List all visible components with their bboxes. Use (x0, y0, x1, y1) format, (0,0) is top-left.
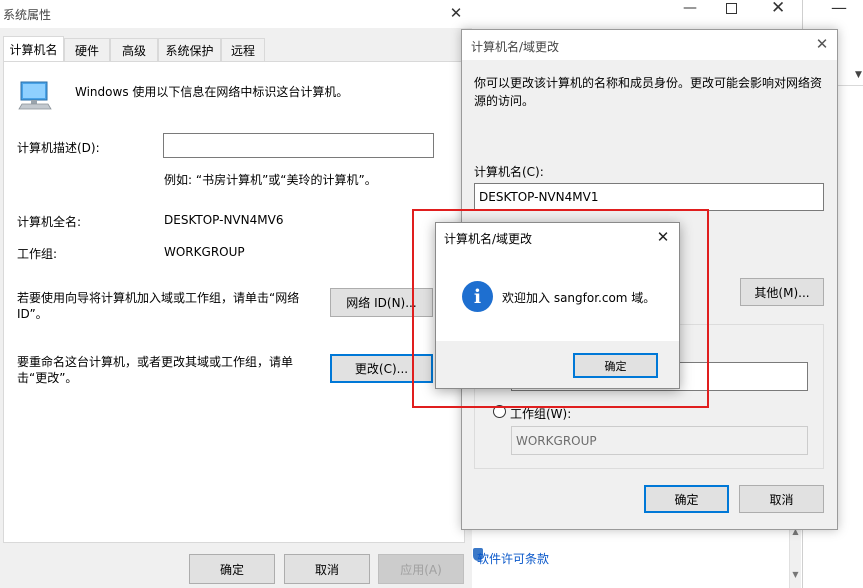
minimize-icon[interactable]: — (683, 0, 697, 16)
license-link[interactable]: 软件许可条款 (477, 550, 549, 567)
title-bar: 系统属性 ✕ (0, 0, 472, 28)
description-label: 计算机描述(D): (17, 141, 100, 155)
tab-advanced[interactable]: 高级 (110, 38, 158, 61)
ok-button[interactable]: 确定 (573, 353, 658, 378)
more-button[interactable]: 其他(M)... (740, 278, 824, 306)
description-input[interactable] (163, 133, 434, 158)
close-icon[interactable]: ✕ (446, 3, 466, 23)
workgroup-radio-label[interactable]: 工作组(W): (510, 405, 571, 422)
close-icon[interactable]: ✕ (653, 227, 673, 247)
window-title: 系统属性 (3, 8, 52, 22)
dropdown-arrow-icon[interactable]: ▼ (855, 70, 862, 80)
apply-button: 应用(A) (378, 554, 464, 584)
tab-hardware[interactable]: 硬件 (64, 38, 110, 61)
maximize-icon[interactable] (726, 3, 737, 14)
full-name-value: DESKTOP-NVN4MV6 (164, 213, 284, 227)
computer-name-input[interactable]: DESKTOP-NVN4MV1 (474, 183, 824, 211)
network-id-text: 若要使用向导将计算机加入域或工作组，请单击“网络 ID”。 (17, 291, 300, 321)
description-example: 例如: “书房计算机”或“美玲的计算机”。 (164, 173, 377, 187)
workgroup-input: WORKGROUP (511, 426, 808, 455)
tab-remote[interactable]: 远程 (221, 38, 265, 61)
tab-system-protection[interactable]: 系统保护 (158, 38, 221, 61)
dialog-footer: 确定 (436, 341, 679, 388)
tab-computer-name[interactable]: 计算机名 (3, 36, 64, 62)
info-icon: i (462, 281, 493, 312)
cancel-button[interactable]: 取消 (284, 554, 370, 584)
ok-button[interactable]: 确定 (189, 554, 275, 584)
system-properties-window: 系统属性 ✕ 计算机名 硬件 高级 系统保护 远程 Windows 使用以下信息… (0, 0, 472, 588)
scrollbar[interactable]: ▲ ▼ (789, 525, 801, 588)
welcome-message-dialog: 计算机名/域更改 ✕ i 欢迎加入 sangfor.com 域。 确定 (435, 222, 680, 389)
change-text: 要重命名这台计算机，或者更改其域或工作组，请单击“更改”。 (17, 355, 294, 385)
change-button[interactable]: 更改(C)... (330, 354, 433, 383)
info-text: 你可以更改该计算机的名称和成员身份。更改可能会影响对网络资源的访问。 (474, 76, 823, 108)
close-icon[interactable]: ✕ (812, 34, 832, 54)
workgroup-value: WORKGROUP (164, 245, 245, 259)
network-id-button[interactable]: 网络 ID(N)... (330, 288, 433, 317)
cancel-button[interactable]: 取消 (739, 485, 824, 513)
message-text: 欢迎加入 sangfor.com 域。 (502, 291, 656, 305)
ok-button[interactable]: 确定 (644, 485, 729, 513)
title-bar: 计算机名/域更改 ✕ (462, 30, 837, 60)
dialog-title: 计算机名/域更改 (471, 40, 560, 54)
workgroup-label: 工作组: (17, 247, 58, 261)
computer-name-label: 计算机名(C): (474, 165, 544, 179)
close-icon[interactable]: ✕ (771, 0, 785, 18)
dialog-title: 计算机名/域更改 (444, 232, 533, 246)
close-icon[interactable]: — (831, 0, 847, 17)
workgroup-radio[interactable] (493, 405, 506, 418)
computer-icon (18, 80, 52, 110)
full-name-label: 计算机全名: (17, 215, 82, 229)
info-text: Windows 使用以下信息在网络中标识这台计算机。 (75, 85, 349, 99)
tab-panel: Windows 使用以下信息在网络中标识这台计算机。 计算机描述(D): 例如:… (3, 61, 465, 543)
scroll-down-icon[interactable]: ▼ (790, 570, 801, 579)
